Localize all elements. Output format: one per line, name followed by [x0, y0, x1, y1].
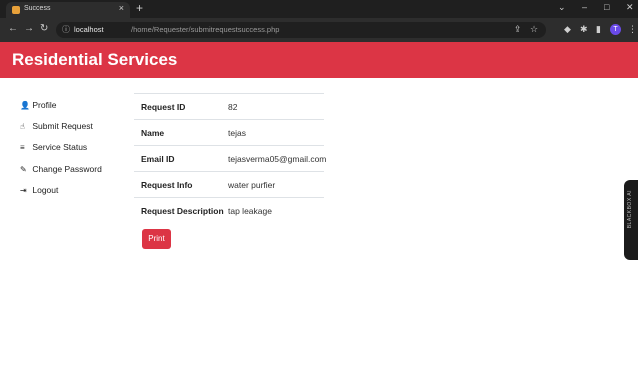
sidebar-item-label: Submit Request — [32, 121, 93, 131]
row-value: tejasverma05@gmail.com — [228, 154, 327, 164]
reload-icon[interactable]: ↻ — [40, 23, 48, 34]
minimize-button[interactable]: – — [582, 2, 587, 12]
sidebar-item-label: Service Status — [32, 142, 88, 152]
site-info-icon[interactable]: ⓘ — [62, 24, 70, 35]
sign-out-icon: ⇥ — [20, 186, 27, 195]
sidepanel-icon[interactable]: ▮ — [596, 24, 601, 35]
back-icon[interactable]: ← — [8, 23, 18, 34]
print-button[interactable]: Print — [142, 229, 171, 249]
sidebar-item-service-status[interactable]: ≡ Service Status — [20, 142, 87, 152]
row-label: Name — [141, 128, 165, 138]
row-value: 82 — [228, 102, 238, 112]
row-value: tap leakage — [228, 206, 272, 216]
menu-icon[interactable]: ⋮ — [628, 24, 637, 35]
row-label: Request Description — [141, 206, 224, 216]
browser-tab-bar: Success × + ⌄ – □ ✕ — [0, 0, 638, 18]
tab-favicon-icon — [12, 6, 20, 14]
align-icon: ≡ — [20, 143, 25, 152]
url-path: /home/Requester/submitrequestsuccess.php — [131, 25, 280, 34]
row-label: Request Info — [141, 180, 193, 190]
share-icon[interactable]: ⇪ — [514, 24, 522, 35]
row-label: Request ID — [141, 102, 186, 112]
table-row: Name tejas — [134, 119, 324, 145]
row-label: Email ID — [141, 154, 175, 164]
forward-icon[interactable]: → — [24, 23, 34, 34]
profile-avatar[interactable]: T — [610, 24, 621, 35]
tab-title: Success — [24, 5, 51, 12]
close-window-button[interactable]: ✕ — [626, 2, 634, 13]
app-header: Residential Services — [0, 42, 638, 78]
maximize-button[interactable]: □ — [604, 2, 609, 12]
url-host: localhost — [74, 25, 104, 34]
table-row: Request ID 82 — [134, 93, 324, 119]
sidebar-item-label: Logout — [32, 185, 59, 195]
sidebar-item-submit-request[interactable]: ☝ Submit Request — [20, 121, 93, 131]
puzzle-icon[interactable]: ✱ — [580, 24, 588, 35]
new-tab-button[interactable]: + — [136, 1, 143, 15]
row-value: water purfier — [228, 180, 276, 190]
user-icon: 👤 — [20, 101, 30, 110]
table-row: Request Info water purfier — [134, 171, 324, 197]
extension-icon[interactable]: ◆ — [564, 24, 571, 35]
sidebar-item-change-password[interactable]: ✎ Change Password — [20, 164, 102, 174]
browser-tab[interactable]: Success × — [6, 2, 130, 18]
hand-icon: ☝ — [20, 122, 25, 131]
url-field[interactable]: ⓘ localhost /home/Requester/submitreques… — [56, 22, 546, 38]
bookmark-star-icon[interactable]: ☆ — [530, 24, 538, 35]
row-value: tejas — [228, 128, 246, 138]
sidebar-item-label: Profile — [32, 100, 57, 110]
app-title: Residential Services — [12, 50, 178, 69]
tab-search-icon[interactable]: ⌄ — [558, 2, 566, 13]
address-bar-row: ← → ↻ ⓘ localhost /home/Requester/submit… — [0, 18, 638, 42]
key-icon: ✎ — [20, 165, 27, 174]
tab-close-icon[interactable]: × — [119, 3, 124, 13]
sidebar-item-profile[interactable]: 👤 Profile — [20, 100, 56, 110]
table-row: Request Description tap leakage — [134, 197, 324, 223]
blackbox-widget[interactable]: BLACKBOX AI — [624, 180, 638, 260]
sidebar-item-logout[interactable]: ⇥ Logout — [20, 185, 58, 195]
table-row: Email ID tejasverma05@gmail.com — [134, 145, 327, 171]
sidebar-item-label: Change Password — [32, 164, 102, 174]
widget-label: BLACKBOX AI — [627, 190, 633, 229]
